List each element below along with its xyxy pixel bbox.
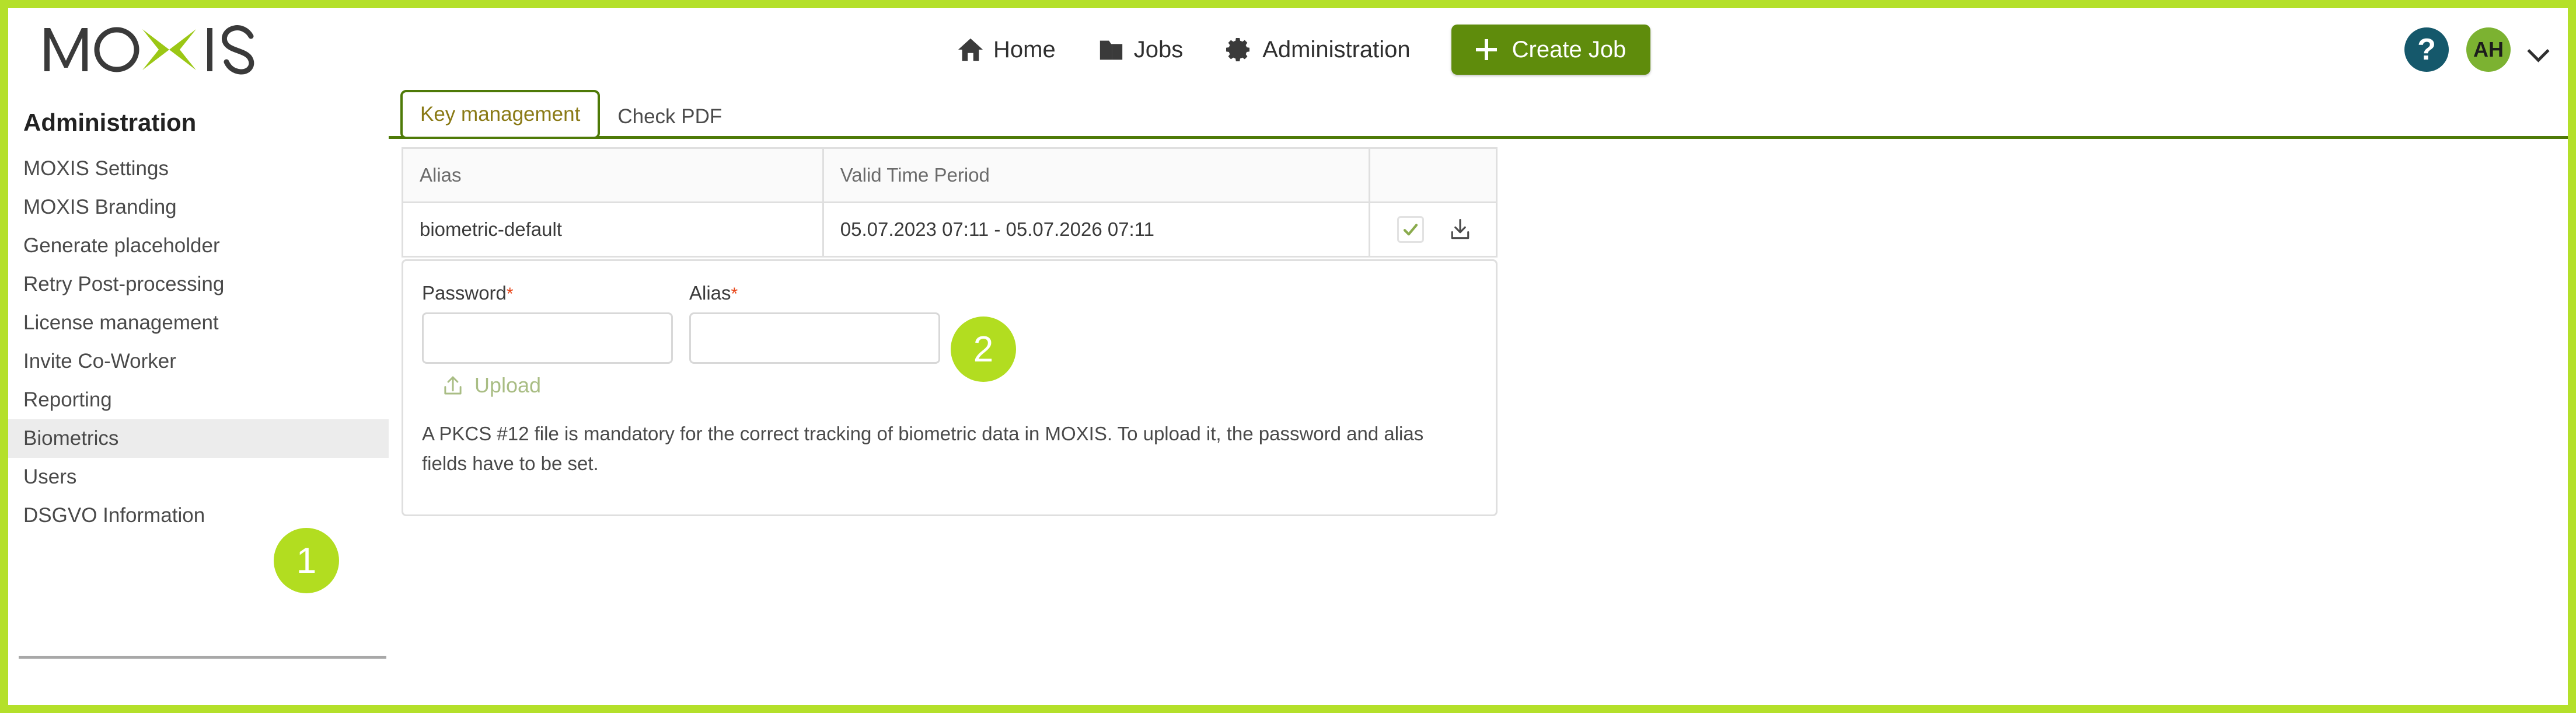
upload-help-text: A PKCS #12 file is mandatory for the cor… [422,423,1424,475]
column-header-valid-time-period: Valid Time Period [822,147,1371,203]
column-header-alias: Alias [402,147,824,203]
password-field-group: Password* [422,282,673,364]
create-job-label: Create Job [1512,36,1626,62]
header-right-controls: ? AH [2404,8,2553,91]
alias-required-star: * [731,284,738,304]
sidebar-item-label: Reporting [23,388,112,411]
sidebar-item-label: MOXIS Settings [23,157,169,180]
sidebar-item-license-management[interactable]: License management [8,304,389,342]
app-window: Home Jobs Administration Create Job ? AH… [0,0,2576,713]
sidebar-item-invite-co-worker[interactable]: Invite Co-Worker [8,342,389,381]
sidebar-item-reporting[interactable]: Reporting [8,381,389,419]
table-head: Alias Valid Time Period [402,147,1498,203]
sidebar-item-label: DSGVO Information [23,504,205,527]
table-row[interactable]: biometric-default 05.07.2023 07:11 - 05.… [402,201,1498,258]
upload-label: Upload [474,373,542,397]
upload-field-row: Password* Alias* [403,261,1496,364]
sidebar-item-generate-placeholder[interactable]: Generate placeholder [8,227,389,265]
check-icon[interactable] [1397,216,1424,243]
key-management-table: Alias Valid Time Period biometric-defaul… [402,147,1498,258]
sidebar-item-retry-post-processing[interactable]: Retry Post-processing [8,265,389,304]
home-icon [957,36,984,63]
sidebar-list: MOXIS Settings MOXIS Branding Generate p… [8,149,389,535]
sidebar-item-label: Biometrics [23,427,119,450]
upload-icon [441,373,465,398]
cell-actions [1369,201,1498,258]
alias-field-group: Alias* [689,282,940,364]
alias-label-text: Alias [689,282,731,304]
nav-item-administration[interactable]: Administration [1204,8,1431,91]
row-action-group [1387,216,1479,243]
help-icon[interactable]: ? [2404,27,2449,72]
download-icon[interactable] [1447,217,1473,242]
sidebar: Administration MOXIS Settings MOXIS Bran… [8,91,389,705]
gear-icon [1225,36,1253,64]
avatar[interactable]: AH [2466,27,2511,72]
sidebar-item-moxis-settings[interactable]: MOXIS Settings [8,149,389,188]
nav-item-jobs[interactable]: Jobs [1077,8,1205,91]
upload-panel: Password* Alias* Upload A PKCS #12 file … [402,259,1498,516]
upload-button[interactable]: Upload [441,373,541,398]
sidebar-title: Administration [23,109,197,136]
sidebar-item-label: Invite Co-Worker [23,350,176,373]
nav-item-home[interactable]: Home [936,8,1077,91]
sidebar-item-label: Retry Post-processing [23,273,225,295]
password-label-text: Password [422,282,507,304]
sidebar-item-label: License management [23,311,219,334]
tab-label: Key management [420,103,581,126]
tab-check-pdf[interactable]: Check PDF [600,95,739,139]
nav-label-jobs: Jobs [1133,36,1184,62]
nav-label-home: Home [993,36,1056,62]
sidebar-item-label: Users [23,465,77,488]
column-header-actions [1369,147,1498,203]
password-required-star: * [506,284,514,304]
plus-icon [1475,39,1497,60]
folder-icon [1098,36,1125,63]
password-label: Password* [422,282,673,304]
password-input[interactable] [422,312,673,364]
moxis-logo[interactable] [40,8,285,91]
sidebar-item-label: Generate placeholder [23,234,220,257]
main-navigation: Home Jobs Administration Create Job [936,8,1651,91]
tab-key-management[interactable]: Key management [400,90,601,139]
cell-valid-time-period: 05.07.2023 07:11 - 05.07.2026 07:11 [822,201,1371,258]
alias-input[interactable] [689,312,940,364]
alias-label: Alias* [689,282,940,304]
app-header: Home Jobs Administration Create Job ? AH [8,8,2568,91]
cell-alias: biometric-default [402,201,824,258]
tab-label: Check PDF [617,105,722,128]
sidebar-divider [19,656,386,659]
table-header-row: Alias Valid Time Period [402,147,1498,203]
tab-list: Key management Check PDF [400,90,739,139]
content-area: Key management Check PDF Alias Valid Tim… [389,90,2568,705]
nav-label-administration: Administration [1262,36,1411,62]
table-body: biometric-default 05.07.2023 07:11 - 05.… [402,201,1498,258]
create-job-button[interactable]: Create Job [1451,25,1651,75]
sidebar-item-label: MOXIS Branding [23,196,177,218]
body-area: Administration MOXIS Settings MOXIS Bran… [8,90,2568,705]
tab-bar: Key management Check PDF [389,90,2568,139]
chevron-down-icon[interactable] [2528,40,2548,60]
sidebar-item-biometrics[interactable]: Biometrics [8,419,389,458]
sidebar-item-moxis-branding[interactable]: MOXIS Branding [8,188,389,227]
sidebar-item-users[interactable]: Users [8,458,389,496]
sidebar-item-dsgvo-information[interactable]: DSGVO Information [8,496,389,535]
